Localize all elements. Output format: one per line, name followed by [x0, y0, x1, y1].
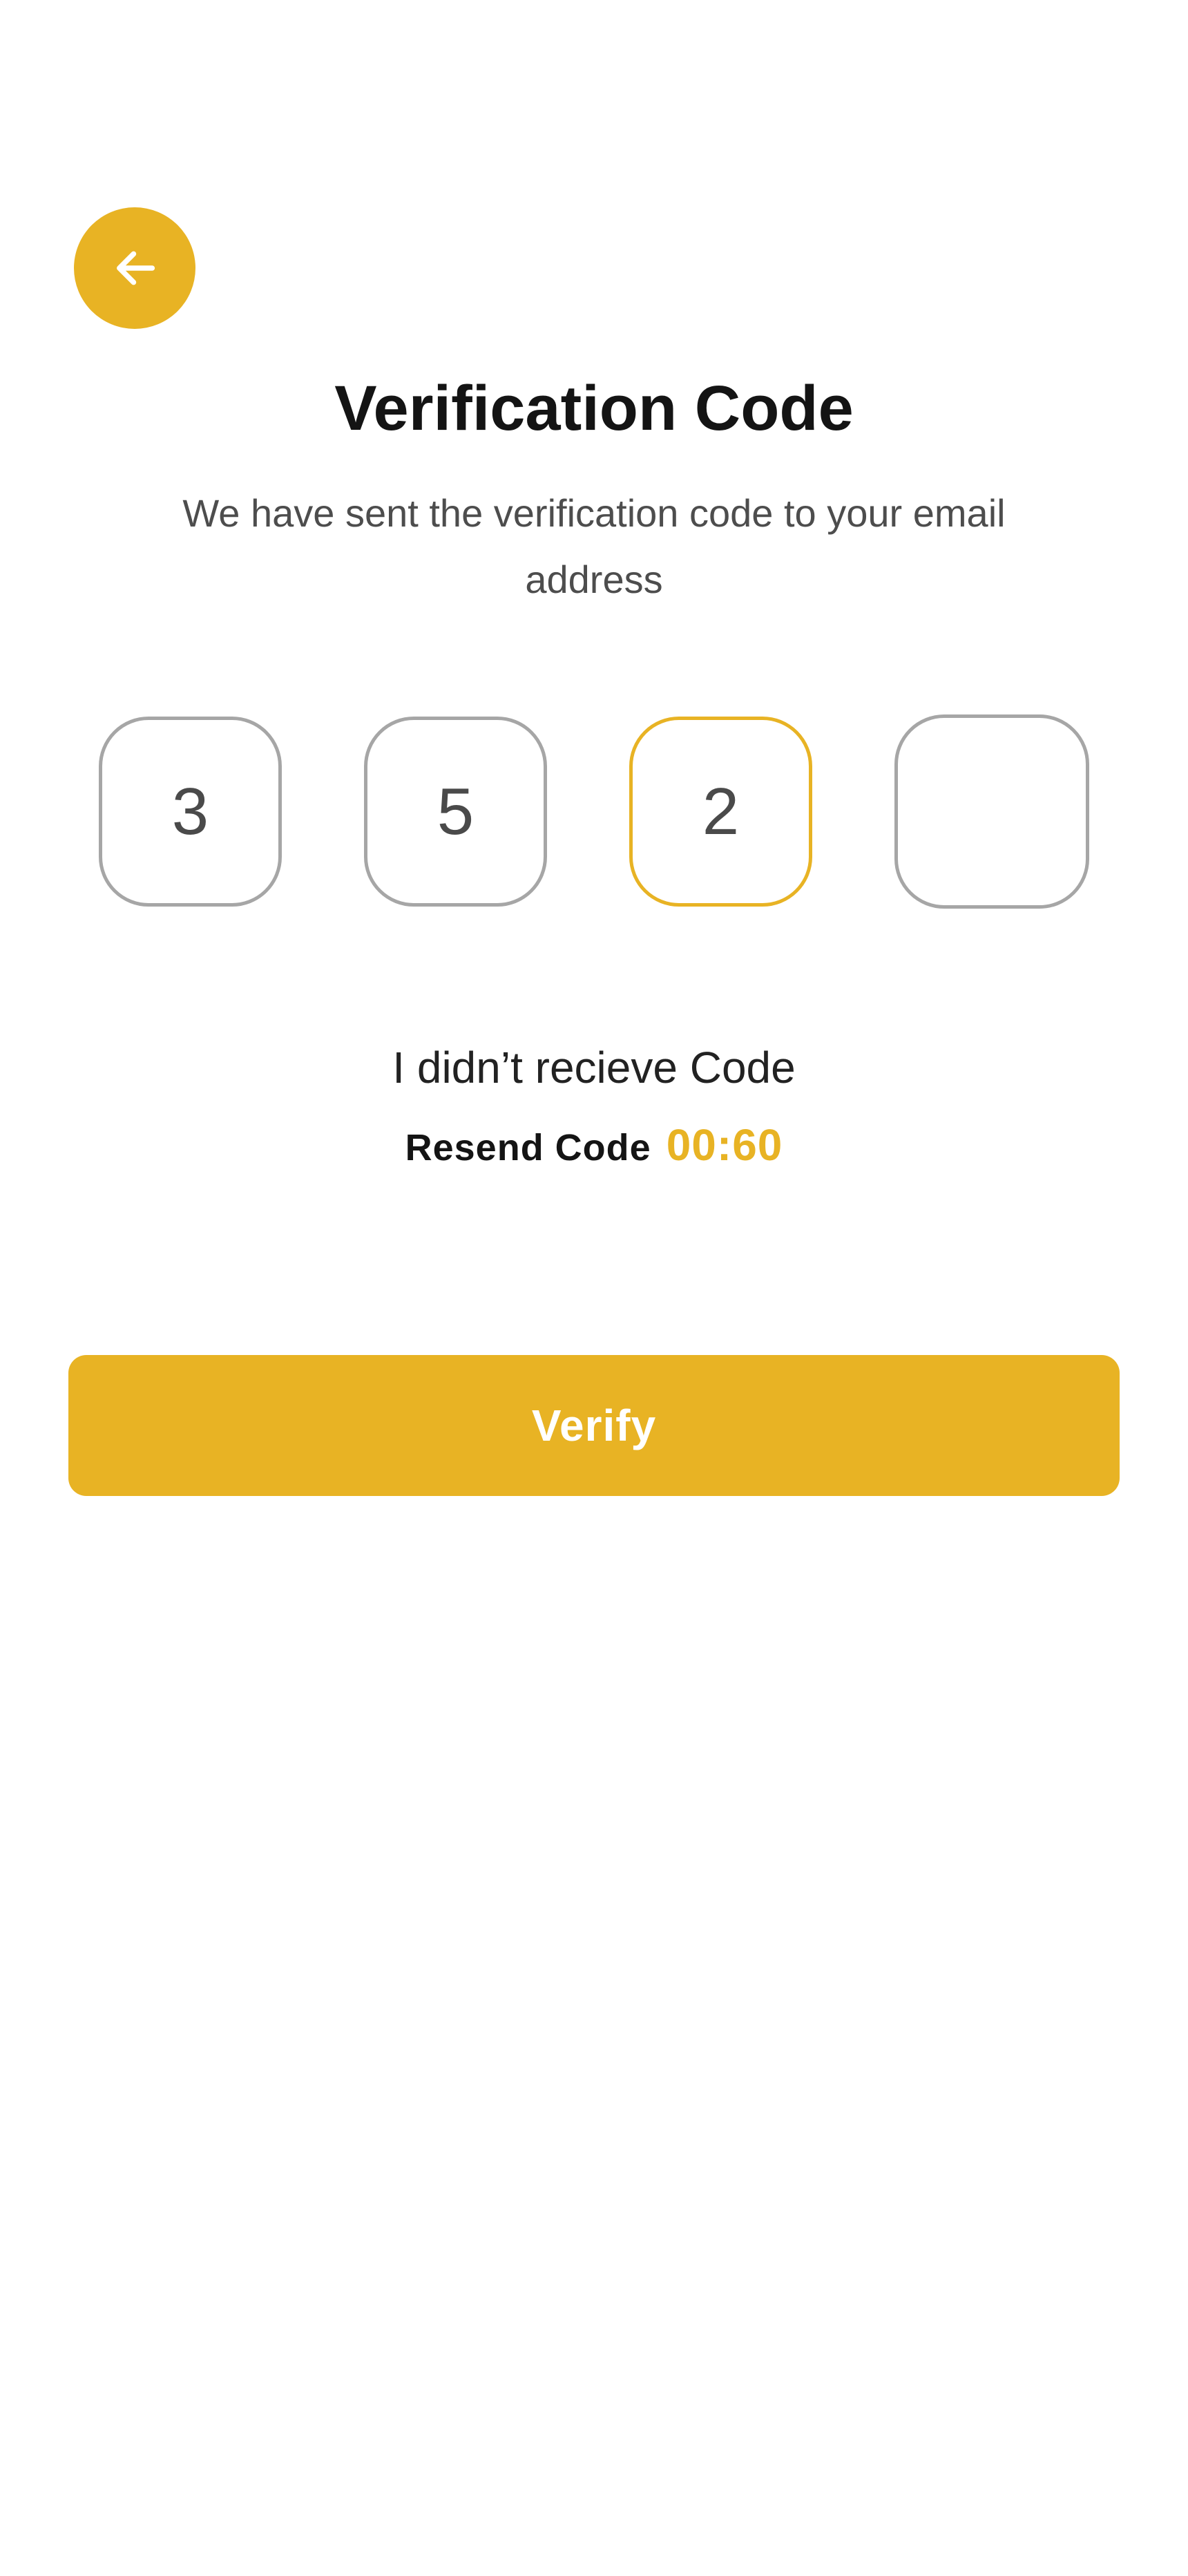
- arrow-left-icon: [117, 251, 155, 285]
- page-title: Verification Code: [334, 373, 854, 444]
- otp-digit-3[interactable]: 2: [629, 717, 812, 907]
- code-not-received-text: I didn’t recieve Code: [392, 1043, 796, 1092]
- otp-digit-4[interactable]: [894, 714, 1089, 909]
- resend-code-link[interactable]: Resend Code: [405, 1126, 651, 1169]
- page-subtitle: We have sent the verification code to yo…: [182, 491, 1006, 601]
- resend-timer: 00:60: [666, 1120, 783, 1170]
- verify-button[interactable]: Verify: [68, 1355, 1120, 1496]
- back-button[interactable]: [74, 207, 195, 329]
- resend-row: Resend Code 00:60: [0, 1119, 1188, 1171]
- otp-digit-1[interactable]: 3: [99, 717, 282, 907]
- otp-digit-2[interactable]: 5: [364, 717, 547, 907]
